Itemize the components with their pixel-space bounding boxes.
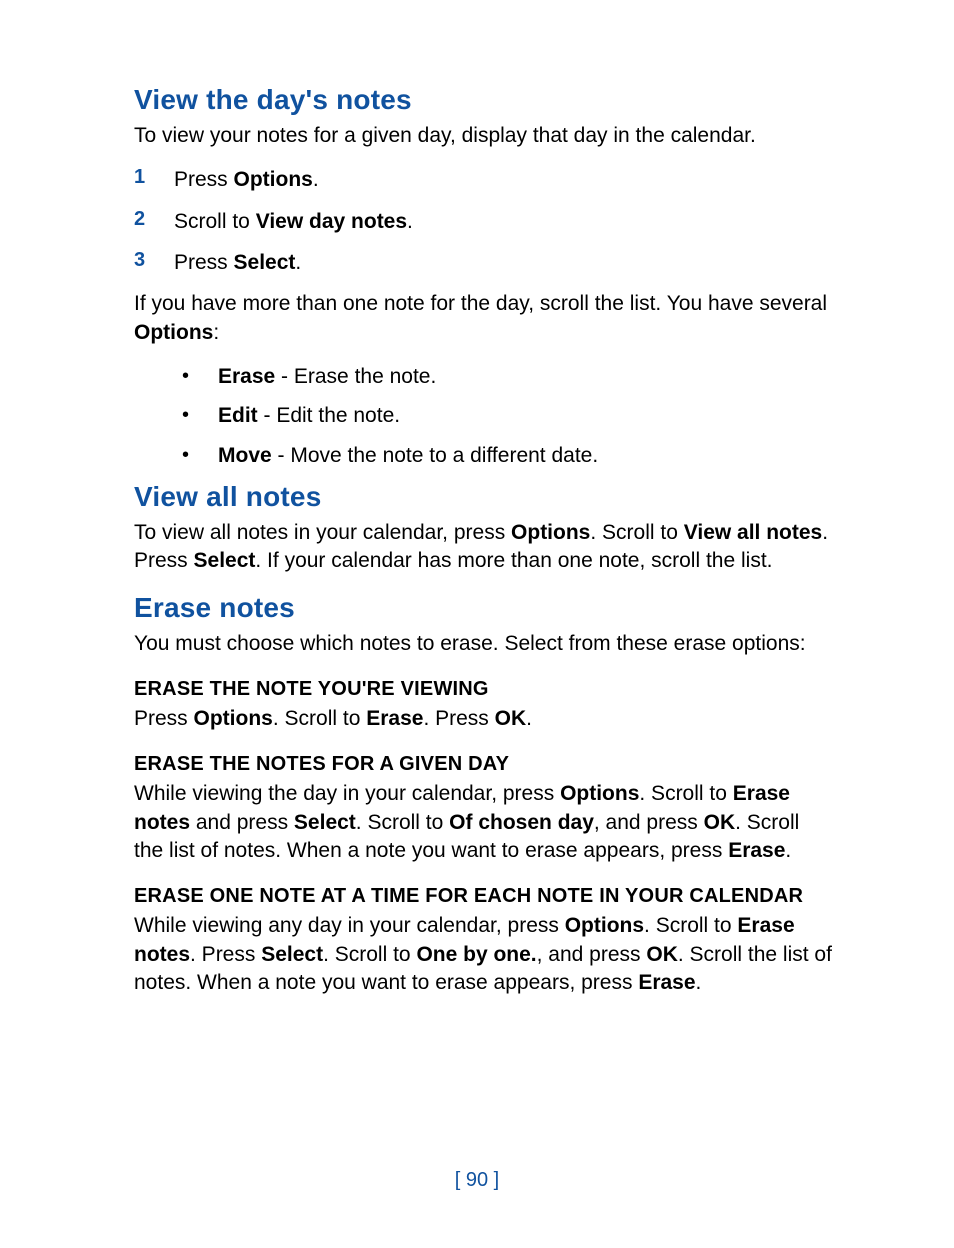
document-page: View the day's notes To view your notes … [0, 0, 954, 1248]
bold-text: Move [218, 444, 272, 467]
bold-text: Edit [218, 404, 258, 427]
text: . [696, 971, 702, 994]
bold-text: Options [194, 707, 273, 730]
heading-view-all-notes: View all notes [134, 481, 834, 513]
text: . [785, 839, 791, 862]
text: . [313, 168, 319, 191]
bold-text: OK [646, 943, 678, 966]
text: . Scroll to [273, 707, 366, 730]
bold-text: Erase [638, 971, 695, 994]
text: If you have more than one note for the d… [134, 292, 827, 315]
bold-text: Erase [366, 707, 423, 730]
bullet-text: Move - Move the note to a different date… [218, 442, 598, 469]
text: . Scroll to [644, 914, 737, 937]
text: Scroll to [174, 210, 256, 233]
step-text: Press Select. [174, 249, 301, 276]
text: - Edit the note. [258, 404, 400, 427]
step-number: 3 [134, 249, 174, 276]
bold-text: OK [704, 811, 736, 834]
text: , and press [537, 943, 647, 966]
text: . Scroll to [356, 811, 449, 834]
text: . Scroll to [590, 521, 683, 544]
subheading-erase-given-day: ERASE THE NOTES FOR A GIVEN DAY [134, 753, 834, 776]
paragraph: While viewing the day in your calendar, … [134, 780, 834, 865]
bullet-icon: • [182, 402, 218, 429]
text: . Press [190, 943, 261, 966]
bullet-icon: • [182, 442, 218, 469]
text: . [526, 707, 532, 730]
bullet-icon: • [182, 363, 218, 390]
text: : [213, 321, 219, 344]
paragraph: To view your notes for a given day, disp… [134, 122, 834, 150]
bold-text: Select [261, 943, 323, 966]
heading-view-days-notes: View the day's notes [134, 84, 834, 116]
subheading-erase-one-by-one: ERASE ONE NOTE AT A TIME FOR EACH NOTE I… [134, 885, 834, 908]
bold-text: View day notes [256, 210, 407, 233]
text: Press [174, 168, 234, 191]
text: While viewing the day in your calendar, … [134, 782, 560, 805]
text: - Erase the note. [275, 365, 436, 388]
text: . Scroll to [639, 782, 732, 805]
text: , and press [594, 811, 704, 834]
step-item: 3 Press Select. [134, 249, 834, 276]
paragraph: Press Options. Scroll to Erase. Press OK… [134, 705, 834, 733]
step-number: 1 [134, 166, 174, 193]
step-number: 2 [134, 208, 174, 235]
text: Press [174, 251, 234, 274]
paragraph: To view all notes in your calendar, pres… [134, 519, 834, 576]
bold-text: OK [495, 707, 527, 730]
step-text: Press Options. [174, 166, 319, 193]
bold-text: Options [511, 521, 590, 544]
bold-text: Options [565, 914, 644, 937]
bullet-text: Edit - Edit the note. [218, 402, 400, 429]
bullet-item: • Edit - Edit the note. [134, 402, 834, 429]
heading-erase-notes: Erase notes [134, 592, 834, 624]
text: . Press [423, 707, 494, 730]
bold-text: Select [194, 549, 256, 572]
bullet-item: • Move - Move the note to a different da… [134, 442, 834, 469]
bold-text: Erase [728, 839, 785, 862]
bold-text: One by one. [416, 943, 536, 966]
paragraph: While viewing any day in your calendar, … [134, 912, 834, 997]
bold-text: Options [134, 321, 213, 344]
paragraph: If you have more than one note for the d… [134, 290, 834, 347]
text: . [407, 210, 413, 233]
bold-text: Erase [218, 365, 275, 388]
text: While viewing any day in your calendar, … [134, 914, 565, 937]
subheading-erase-viewing: ERASE THE NOTE YOU'RE VIEWING [134, 678, 834, 701]
step-item: 2 Scroll to View day notes. [134, 208, 834, 235]
text: . Scroll to [323, 943, 416, 966]
text: . [295, 251, 301, 274]
text: . If your calendar has more than one not… [255, 549, 772, 572]
page-number: [ 90 ] [0, 1169, 954, 1192]
text: and press [190, 811, 294, 834]
bold-text: Options [234, 168, 313, 191]
bold-text: Options [560, 782, 639, 805]
bold-text: Select [234, 251, 296, 274]
text: - Move the note to a different date. [272, 444, 598, 467]
bullet-item: • Erase - Erase the note. [134, 363, 834, 390]
text: Press [134, 707, 194, 730]
step-item: 1 Press Options. [134, 166, 834, 193]
text: To view all notes in your calendar, pres… [134, 521, 511, 544]
paragraph: You must choose which notes to erase. Se… [134, 630, 834, 658]
bullet-text: Erase - Erase the note. [218, 363, 436, 390]
step-text: Scroll to View day notes. [174, 208, 413, 235]
bold-text: Select [294, 811, 356, 834]
bold-text: View all notes [684, 521, 823, 544]
bold-text: Of chosen day [449, 811, 594, 834]
